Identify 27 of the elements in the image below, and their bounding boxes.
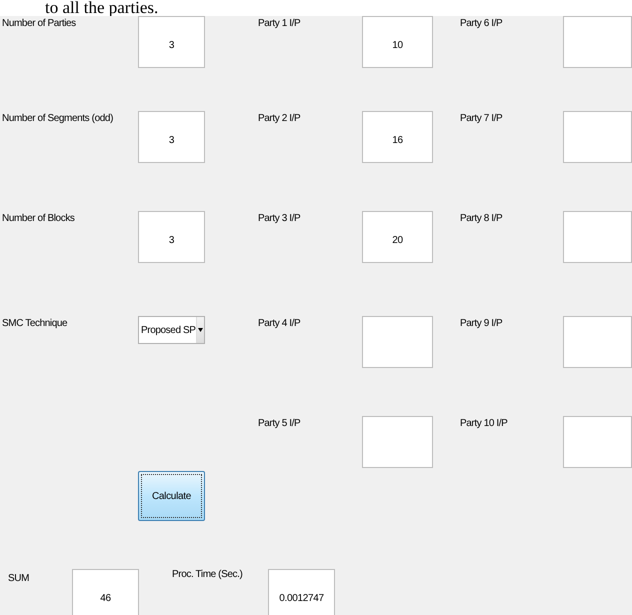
field-label: SUM [7, 572, 30, 584]
input-field[interactable]: 3 [138, 16, 205, 68]
technique-dropdown[interactable]: Proposed SP [138, 316, 205, 344]
field-label: Party 6 I/P [460, 17, 504, 29]
field-label: Number of Blocks [1, 212, 76, 224]
field-label: Number of Parties [1, 17, 77, 29]
calculate-button[interactable]: Calculate [138, 471, 205, 521]
input-field[interactable]: 3 [138, 111, 205, 163]
field-label: Party 3 I/P [258, 212, 302, 224]
input-field[interactable]: 20 [362, 211, 433, 263]
field-label: Proc. Time (Sec.) [172, 569, 244, 580]
field-label: Party 10 I/P [460, 417, 508, 429]
field-label: Party 8 I/P [460, 212, 504, 224]
input-field[interactable]: 16 [362, 111, 433, 163]
field-label: SMC Technique [1, 317, 68, 329]
field-label: Party 5 I/P [258, 417, 302, 429]
output-field: 46 [72, 569, 139, 615]
field-label: Party 7 I/P [460, 112, 504, 124]
input-field[interactable]: 3 [138, 211, 205, 263]
field-label: Party 9 I/P [460, 317, 504, 329]
input-field[interactable]: 10 [362, 16, 433, 68]
field-label: Party 4 I/P [258, 317, 302, 329]
field-label: Party 2 I/P [258, 112, 302, 124]
field-label: Number of Segments (odd) [1, 112, 114, 124]
caption-text: to all the parties. [45, 0, 158, 16]
output-field: 0.0012747 [268, 569, 335, 615]
field-label: Party 1 I/P [258, 17, 302, 29]
